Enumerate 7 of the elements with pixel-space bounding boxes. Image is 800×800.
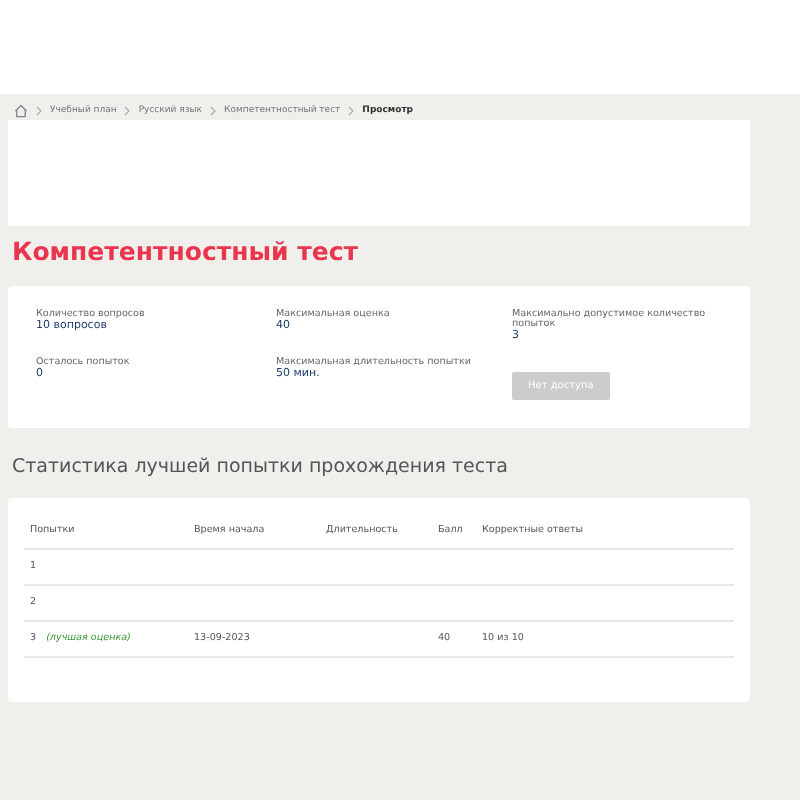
home-icon[interactable] bbox=[14, 104, 28, 118]
chevron-icon bbox=[124, 106, 131, 116]
chevron-icon bbox=[36, 106, 42, 116]
section-heading: Статистика лучшей попытки прохождения теста bbox=[12, 456, 510, 478]
chevron-icon bbox=[348, 106, 355, 116]
page-title: Компетентностный тест bbox=[12, 236, 361, 266]
chevron-icon bbox=[210, 106, 217, 116]
